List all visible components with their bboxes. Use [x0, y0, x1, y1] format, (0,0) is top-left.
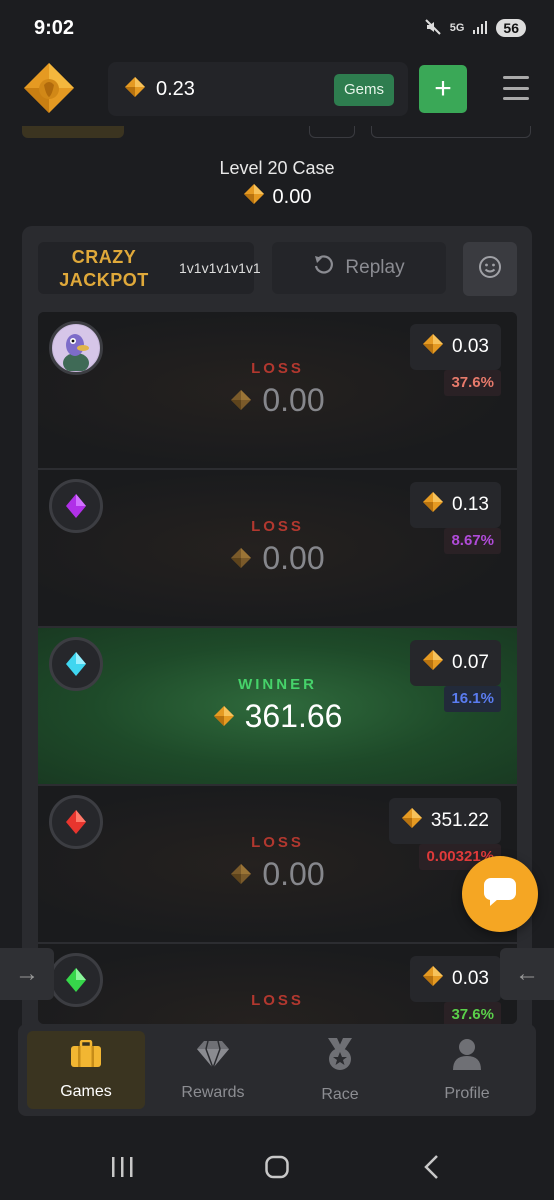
- nav-rewards[interactable]: Rewards: [154, 1031, 272, 1109]
- status-bar: 9:02 5G 56: [0, 0, 554, 56]
- player-row: LOSS 0.03 37.6%: [38, 944, 517, 1024]
- player-row: LOSS 0.00 0.03 37.6%: [38, 312, 517, 470]
- network-label: 5G: [449, 22, 465, 34]
- status-icons: 5G 56: [424, 18, 526, 39]
- recent-apps-icon[interactable]: [110, 1154, 134, 1185]
- hamburger-menu-icon[interactable]: [503, 76, 529, 100]
- player-row: LOSS 0.00 0.13 8.67%: [38, 470, 517, 628]
- bet-amount: 0.03: [410, 324, 501, 370]
- bet-amount: 0.07: [410, 640, 501, 686]
- win-chance: 37.6%: [444, 1002, 501, 1024]
- gem-icon: [422, 649, 444, 677]
- bottom-nav: Games Rewards Race Profile: [18, 1024, 536, 1116]
- nav-race[interactable]: Race: [281, 1031, 399, 1109]
- mode-badge: CRAZY JACKPOT 1v1v1v1v1v1: [38, 242, 261, 294]
- nav-profile[interactable]: Profile: [408, 1031, 526, 1109]
- back-icon[interactable]: [422, 1154, 442, 1185]
- player-row-winner: WINNER 361.66 0.07 16.1%: [38, 628, 517, 786]
- arrow-right-icon[interactable]: →: [0, 948, 54, 1000]
- gem-icon: [243, 183, 265, 211]
- briefcase-icon: [69, 1039, 103, 1073]
- home-icon[interactable]: [264, 1154, 290, 1185]
- case-price: 0.00: [0, 183, 554, 211]
- add-funds-button[interactable]: +: [419, 65, 467, 113]
- app-header: 0.23 Gems +: [0, 56, 554, 126]
- win-chance: 8.67%: [444, 528, 501, 554]
- logo[interactable]: [22, 61, 76, 115]
- gem-icon: [422, 333, 444, 361]
- battle-format: 1v1v1v1v1v1: [179, 260, 261, 276]
- mode-title: CRAZY JACKPOT: [59, 247, 149, 290]
- mute-icon: [424, 18, 442, 39]
- chat-bubble-icon: [482, 876, 518, 913]
- bet-amount: 351.22: [388, 798, 501, 844]
- emoji-button[interactable]: [463, 242, 517, 296]
- nav-games[interactable]: Games: [27, 1031, 145, 1109]
- battle-panel: CRAZY JACKPOT 1v1v1v1v1v1 Replay LOSS 0.…: [22, 226, 532, 1046]
- gem-icon: [230, 540, 252, 577]
- system-nav-bar: [0, 1136, 554, 1200]
- gem-icon: [401, 807, 423, 835]
- gem-icon: [124, 76, 146, 103]
- user-icon: [452, 1038, 482, 1075]
- page: 9:02 5G 56 0.23 Gems + Level 20 Case 0.0…: [0, 0, 554, 1200]
- gem-icon: [422, 965, 444, 993]
- players-list: LOSS 0.00 0.03 37.6% LOSS 0.00 0.13 8.67…: [38, 312, 517, 1024]
- medal-icon: [325, 1037, 355, 1076]
- gem-icon: [422, 491, 444, 519]
- arrow-left-icon[interactable]: ←: [500, 948, 554, 1000]
- status-time: 9:02: [34, 16, 75, 39]
- gem-icon: [213, 698, 235, 735]
- battery-indicator: 56: [496, 19, 526, 37]
- win-chance: 37.6%: [444, 370, 501, 396]
- partial-tab: [22, 126, 124, 138]
- case-title: Level 20 Case: [219, 158, 335, 178]
- replay-button[interactable]: Replay: [272, 242, 446, 294]
- gems-button[interactable]: Gems: [333, 74, 394, 106]
- partial-button: [371, 126, 531, 138]
- signal-icon: [472, 19, 488, 38]
- balance-value: 0.23: [156, 77, 195, 100]
- win-chance: 16.1%: [444, 686, 501, 712]
- replay-icon: [313, 254, 335, 282]
- case-price-value: 0.00: [272, 185, 312, 208]
- smiley-icon: [478, 255, 502, 284]
- chat-button[interactable]: [462, 856, 538, 932]
- bet-amount: 0.03: [410, 956, 501, 1002]
- replay-label: Replay: [345, 257, 405, 278]
- gem-icon: [230, 382, 252, 419]
- bet-amount: 0.13: [410, 482, 501, 528]
- partial-button: [309, 126, 355, 138]
- diamond-icon: [196, 1039, 230, 1074]
- player-row: LOSS 0.00 351.22 0.00321%: [38, 786, 517, 944]
- balance-display: 0.23 Gems: [108, 62, 408, 116]
- gem-icon: [230, 856, 252, 893]
